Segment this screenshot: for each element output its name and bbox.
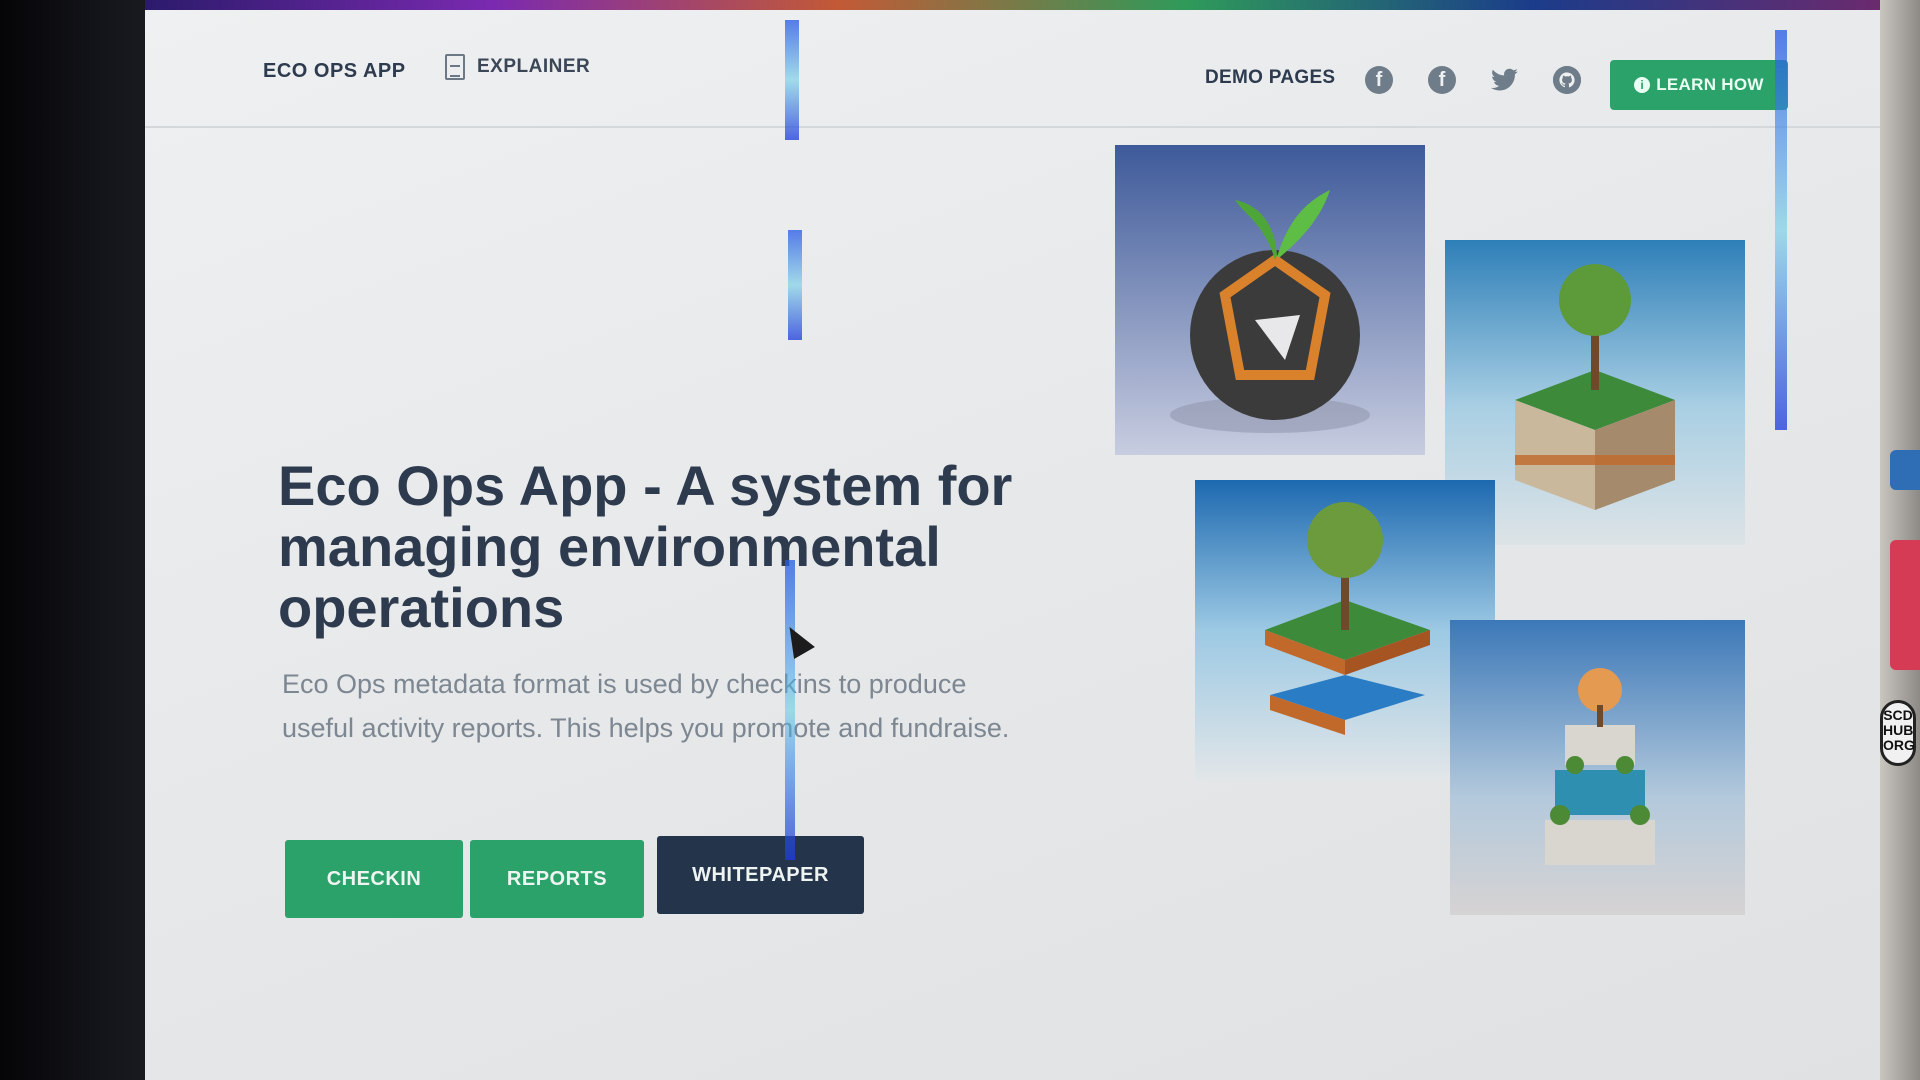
facebook-icon[interactable]: f [1365,66,1393,94]
learn-how-label: LEARN HOW [1656,75,1764,94]
side-badge-logo: SCD HUB ORG [1880,700,1916,766]
twitter-icon[interactable] [1491,66,1519,94]
facebook-icon[interactable]: f [1428,66,1456,94]
checkin-button[interactable]: CHECKIN [285,840,463,918]
screen-glitch-artifact [785,560,795,860]
brand-logo-link[interactable]: ECO OPS APP [263,60,406,83]
screen-glitch-artifact [785,20,799,140]
hero-description: Eco Ops metadata format is used by check… [282,669,1010,743]
github-icon[interactable] [1553,66,1581,94]
document-icon [445,54,465,80]
explainer-label: EXPLAINER [477,56,591,77]
whitepaper-button[interactable]: WHITEPAPER [657,836,864,914]
screen-glitch-artifact [1775,30,1787,430]
side-panel-tab [1890,450,1920,490]
geodesic-planter-image [1115,145,1425,455]
hero-title: Eco Ops App - A system for managing envi… [278,454,1013,639]
reports-button[interactable]: REPORTS [470,840,644,918]
explainer-link[interactable]: EXPLAINER [445,54,590,80]
learn-how-button[interactable]: i LEARN HOW [1610,60,1788,110]
monitor-bezel-left [0,0,160,1080]
demo-pages-link[interactable]: DEMO PAGES [1205,67,1335,89]
browser-tab-strip [145,0,1880,10]
browser-viewport: ECO OPS APP EXPLAINER DEMO PAGES f f i L… [145,0,1880,1080]
side-panel-tab [1890,540,1920,670]
screen-glitch-artifact [788,230,802,340]
top-navbar: ECO OPS APP EXPLAINER DEMO PAGES f f i L… [145,10,1880,128]
terraced-tower-image [1450,620,1745,915]
info-icon: i [1634,77,1651,93]
